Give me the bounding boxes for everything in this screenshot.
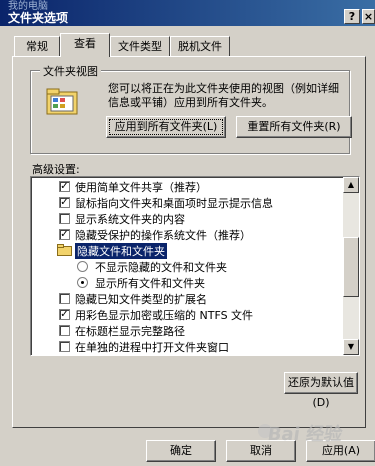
advanced-settings-list[interactable]: ✓ 使用简单文件共享（推荐） ✓ 鼠标指向文件夹和桌面项时显示提示信息 显示系统… <box>30 176 360 356</box>
list-item[interactable]: 不显示隐藏的文件和文件夹 <box>31 258 345 274</box>
folder-views-title: 文件夹视图 <box>40 63 101 79</box>
tab-offline-files[interactable]: 脱机文件 <box>170 36 230 57</box>
list-item[interactable]: 隐藏已知文件类型的扩展名 <box>31 290 345 306</box>
advanced-settings-label: 高级设置: <box>32 163 80 176</box>
radio-button[interactable] <box>77 261 88 272</box>
list-item[interactable]: 显示所有文件和文件夹 <box>31 274 345 290</box>
list-item[interactable]: ✓ 鼠标指向文件夹和桌面项时显示提示信息 <box>31 194 345 210</box>
checkbox[interactable]: ✓ <box>59 309 70 320</box>
checkbox[interactable] <box>59 325 70 336</box>
checkbox[interactable]: ✓ <box>59 197 70 208</box>
list-item[interactable]: 显示系统文件夹的内容 <box>31 210 345 226</box>
list-item-folder[interactable]: 隐藏文件和文件夹 <box>31 242 345 259</box>
close-button[interactable]: × <box>362 9 375 24</box>
checkbox[interactable] <box>59 293 70 304</box>
ok-button[interactable]: 确定 <box>146 440 216 462</box>
list-item[interactable]: 在标题栏显示完整路径 <box>31 322 345 338</box>
scroll-up-icon[interactable]: ▲ <box>343 177 359 193</box>
window-title: 文件夹选项 <box>8 11 69 25</box>
list-item[interactable]: ✓ 隐藏受保护的操作系统文件（推荐） <box>31 226 345 242</box>
apply-to-all-folders-button[interactable]: 应用到所有文件夹(L) <box>106 116 226 138</box>
scroll-down-icon[interactable]: ▼ <box>343 339 359 355</box>
checkbox[interactable] <box>59 213 70 224</box>
list-item[interactable]: ✓ 用彩色显示加密或压缩的 NTFS 文件 <box>31 306 345 322</box>
watermark: Bai 经验 <box>266 424 344 445</box>
tab-general[interactable]: 常规 <box>14 36 60 57</box>
folder-view-icon <box>46 88 78 115</box>
scroll-thumb[interactable] <box>343 237 359 297</box>
tab-file-types[interactable]: 文件类型 <box>110 36 170 57</box>
help-button[interactable]: ? <box>344 9 360 24</box>
checkbox[interactable]: ✓ <box>59 181 70 192</box>
reset-all-folders-button[interactable]: 重置所有文件夹(R) <box>236 116 352 138</box>
list-item[interactable]: 在单独的进程中打开文件夹窗口 <box>31 338 345 354</box>
restore-defaults-button[interactable]: 还原为默认值(D) <box>284 372 358 409</box>
advanced-list-scrollbar[interactable]: ▲ ▼ <box>343 177 359 355</box>
checkbox[interactable] <box>59 341 70 352</box>
radio-button[interactable] <box>77 277 88 288</box>
tab-view[interactable]: 查看 <box>60 33 110 57</box>
list-item[interactable]: ✓ 使用简单文件共享（推荐） <box>31 178 345 194</box>
folder-views-description: 您可以将正在为此文件夹使用的视图（例如详细信息或平铺）应用到所有文件夹。 <box>108 82 339 109</box>
title-bar: 我的电脑 文件夹选项 ? × <box>0 0 375 26</box>
checkbox[interactable]: ✓ <box>59 229 70 240</box>
folder-icon <box>57 244 72 256</box>
